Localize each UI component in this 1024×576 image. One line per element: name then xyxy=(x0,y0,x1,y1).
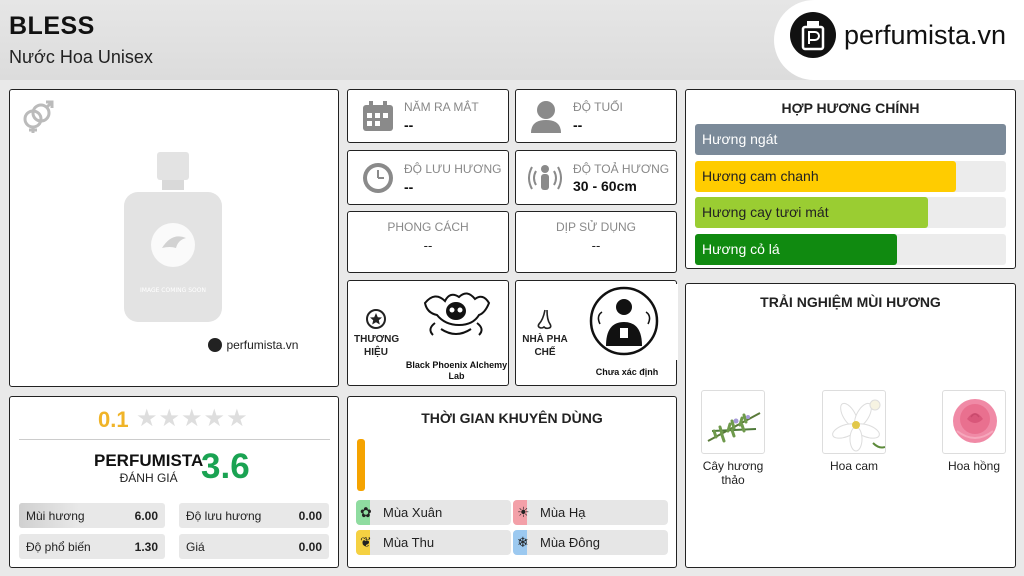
star-icon[interactable]: ★ xyxy=(181,405,203,432)
logo-text: perfumista.vn xyxy=(844,20,1007,50)
perfume-subtitle: Nước Hoa Unisex xyxy=(9,47,153,67)
perfume-image-panel: IMAGE COMING SOON perfumista.vn xyxy=(9,89,339,387)
occasion-label: DỊP SỬ DỤNG xyxy=(555,220,637,234)
age-value: -- xyxy=(573,117,583,133)
occasion-value: -- xyxy=(591,238,601,253)
brand-logo[interactable]: perfumista.vn xyxy=(774,0,1024,80)
style-card: PHONG CÁCH -- xyxy=(347,211,509,273)
placeholder-text: IMAGE COMING SOON xyxy=(140,287,206,294)
sillage-card: ĐỘ TOẢ HƯƠNG 30 - 60cm xyxy=(515,150,677,205)
perfume-title: BLESS xyxy=(9,12,95,40)
note-label: Cây hương thảo xyxy=(702,459,764,487)
rosemary-image xyxy=(701,390,765,454)
snowflake-icon: ❄ xyxy=(517,534,529,550)
watermark-bottle-icon xyxy=(208,337,222,352)
occasion-card: DỊP SỬ DỤNG -- xyxy=(515,211,677,273)
score-row: Mùi hương 6.00 xyxy=(19,503,165,528)
bottle-logo-icon xyxy=(790,12,836,58)
perfumista-rating-label: PERFUMISTA ĐÁNH GIÁ xyxy=(94,451,204,485)
accord-bar: Hương ngát xyxy=(695,124,1006,155)
perfumer-card[interactable]: NHÀ PHA CHẾ Chưa xác định xyxy=(515,280,678,386)
launch-year-label: NĂM RA MẮT xyxy=(404,100,479,114)
accord-label: Hương cay tươi mát xyxy=(702,204,829,220)
sun-icon: ☀ xyxy=(517,504,530,520)
style-value: -- xyxy=(423,238,433,253)
sillage-value: 30 - 60cm xyxy=(573,178,637,194)
accord-bar: Hương cỏ lá xyxy=(695,234,1006,265)
longevity-card: ĐỘ LƯU HƯƠNG -- xyxy=(347,150,509,205)
sillage-label: ĐỘ TOẢ HƯƠNG xyxy=(573,162,670,176)
user-score: 0.1 xyxy=(98,407,129,432)
star-icon[interactable]: ★ xyxy=(136,405,158,432)
season-autumn[interactable]: ❦ Mùa Thu xyxy=(356,530,511,555)
age-card: ĐỘ TUỔI -- xyxy=(515,89,677,143)
longevity-label: ĐỘ LƯU HƯƠNG xyxy=(404,162,502,176)
star-icon[interactable]: ★ xyxy=(226,405,248,432)
age-label: ĐỘ TUỔI xyxy=(573,100,623,114)
note-item[interactable]: Cây hương thảo xyxy=(700,390,766,487)
accord-label: Hương cam chanh xyxy=(702,168,819,184)
perfumer-label: NHÀ PHA CHẾ xyxy=(522,334,568,358)
season-summer[interactable]: ☀ Mùa Hạ xyxy=(513,500,668,525)
brand-name: Black Phoenix Alchemy Lab xyxy=(405,360,508,381)
note-item[interactable]: Hoa hồng xyxy=(941,390,1007,473)
divider xyxy=(19,439,330,440)
launch-year-card: NĂM RA MẮT -- xyxy=(347,89,509,143)
leaf-icon: ❦ xyxy=(360,534,372,550)
score-row: Độ phổ biến 1.30 xyxy=(19,534,165,559)
accord-bar: Hương cam chanh xyxy=(695,161,1006,192)
accord-label: Hương ngát xyxy=(702,131,778,147)
experience-panel: TRẢI NGHIỆM MÙI HƯƠNG Cây hương thảo Hoa… xyxy=(685,283,1016,568)
unisex-icon xyxy=(19,98,55,139)
nose-icon xyxy=(536,309,554,336)
orange-blossom-image xyxy=(822,390,886,454)
recommended-time-panel: THỜI GIAN KHUYÊN DÙNG ✿ Mùa Xuân ☀ Mùa H… xyxy=(347,396,677,568)
style-label: PHONG CÁCH xyxy=(387,220,469,234)
clock-icon xyxy=(362,162,394,199)
watermark: perfumista.vn xyxy=(208,336,298,354)
season-winter[interactable]: ❄ Mùa Đông xyxy=(513,530,668,555)
experience-title: TRẢI NGHIỆM MÙI HƯƠNG xyxy=(760,294,941,310)
perfumer-name: Chưa xác định xyxy=(595,367,659,377)
perfumer-image xyxy=(586,284,678,360)
score-row: Độ lưu hương 0.00 xyxy=(179,503,329,528)
accords-panel: HỢP HƯƠNG CHÍNH Hương ngát Hương cam cha… xyxy=(685,89,1016,269)
launch-year-value: -- xyxy=(404,117,414,133)
brand-label: THƯƠNG HIỆU xyxy=(354,334,400,358)
time-indicator-bar xyxy=(357,439,365,491)
ratings-panel: 0.1 ★★★★★ PERFUMISTA ĐÁNH GIÁ 3.6 Mùi hư… xyxy=(9,396,339,568)
accord-label: Hương cỏ lá xyxy=(702,241,780,257)
user-icon xyxy=(530,100,562,138)
score-row: Giá 0.00 xyxy=(179,534,329,559)
star-icon[interactable]: ★ xyxy=(159,405,181,432)
star-icon[interactable]: ★ xyxy=(204,405,226,432)
calendar-icon xyxy=(362,101,394,137)
time-title: THỜI GIAN KHUYÊN DÙNG xyxy=(421,410,603,426)
longevity-value: -- xyxy=(404,179,414,195)
season-spring[interactable]: ✿ Mùa Xuân xyxy=(356,500,511,525)
page-header: BLESS Nước Hoa Unisex perfumista.vn xyxy=(0,0,1024,80)
spring-icon: ✿ xyxy=(360,504,372,520)
accords-title: HỢP HƯƠNG CHÍNH xyxy=(781,100,920,116)
sillage-icon xyxy=(528,161,562,200)
brand-card[interactable]: THƯƠNG HIỆU Black Phoenix Alchemy Lab xyxy=(347,280,509,386)
brand-logo-image xyxy=(405,283,508,358)
star-rating[interactable]: ★★★★★ xyxy=(136,407,249,431)
note-label: Hoa cam xyxy=(829,459,879,473)
star-icon xyxy=(366,309,386,334)
perfumista-score: 3.6 xyxy=(201,447,250,486)
accord-bar: Hương cay tươi mát xyxy=(695,197,1006,228)
note-item[interactable]: Hoa cam xyxy=(821,390,887,473)
rose-image xyxy=(942,390,1006,454)
note-label: Hoa hồng xyxy=(947,459,1001,473)
bottle-placeholder-image: IMAGE COMING SOON xyxy=(122,150,224,325)
